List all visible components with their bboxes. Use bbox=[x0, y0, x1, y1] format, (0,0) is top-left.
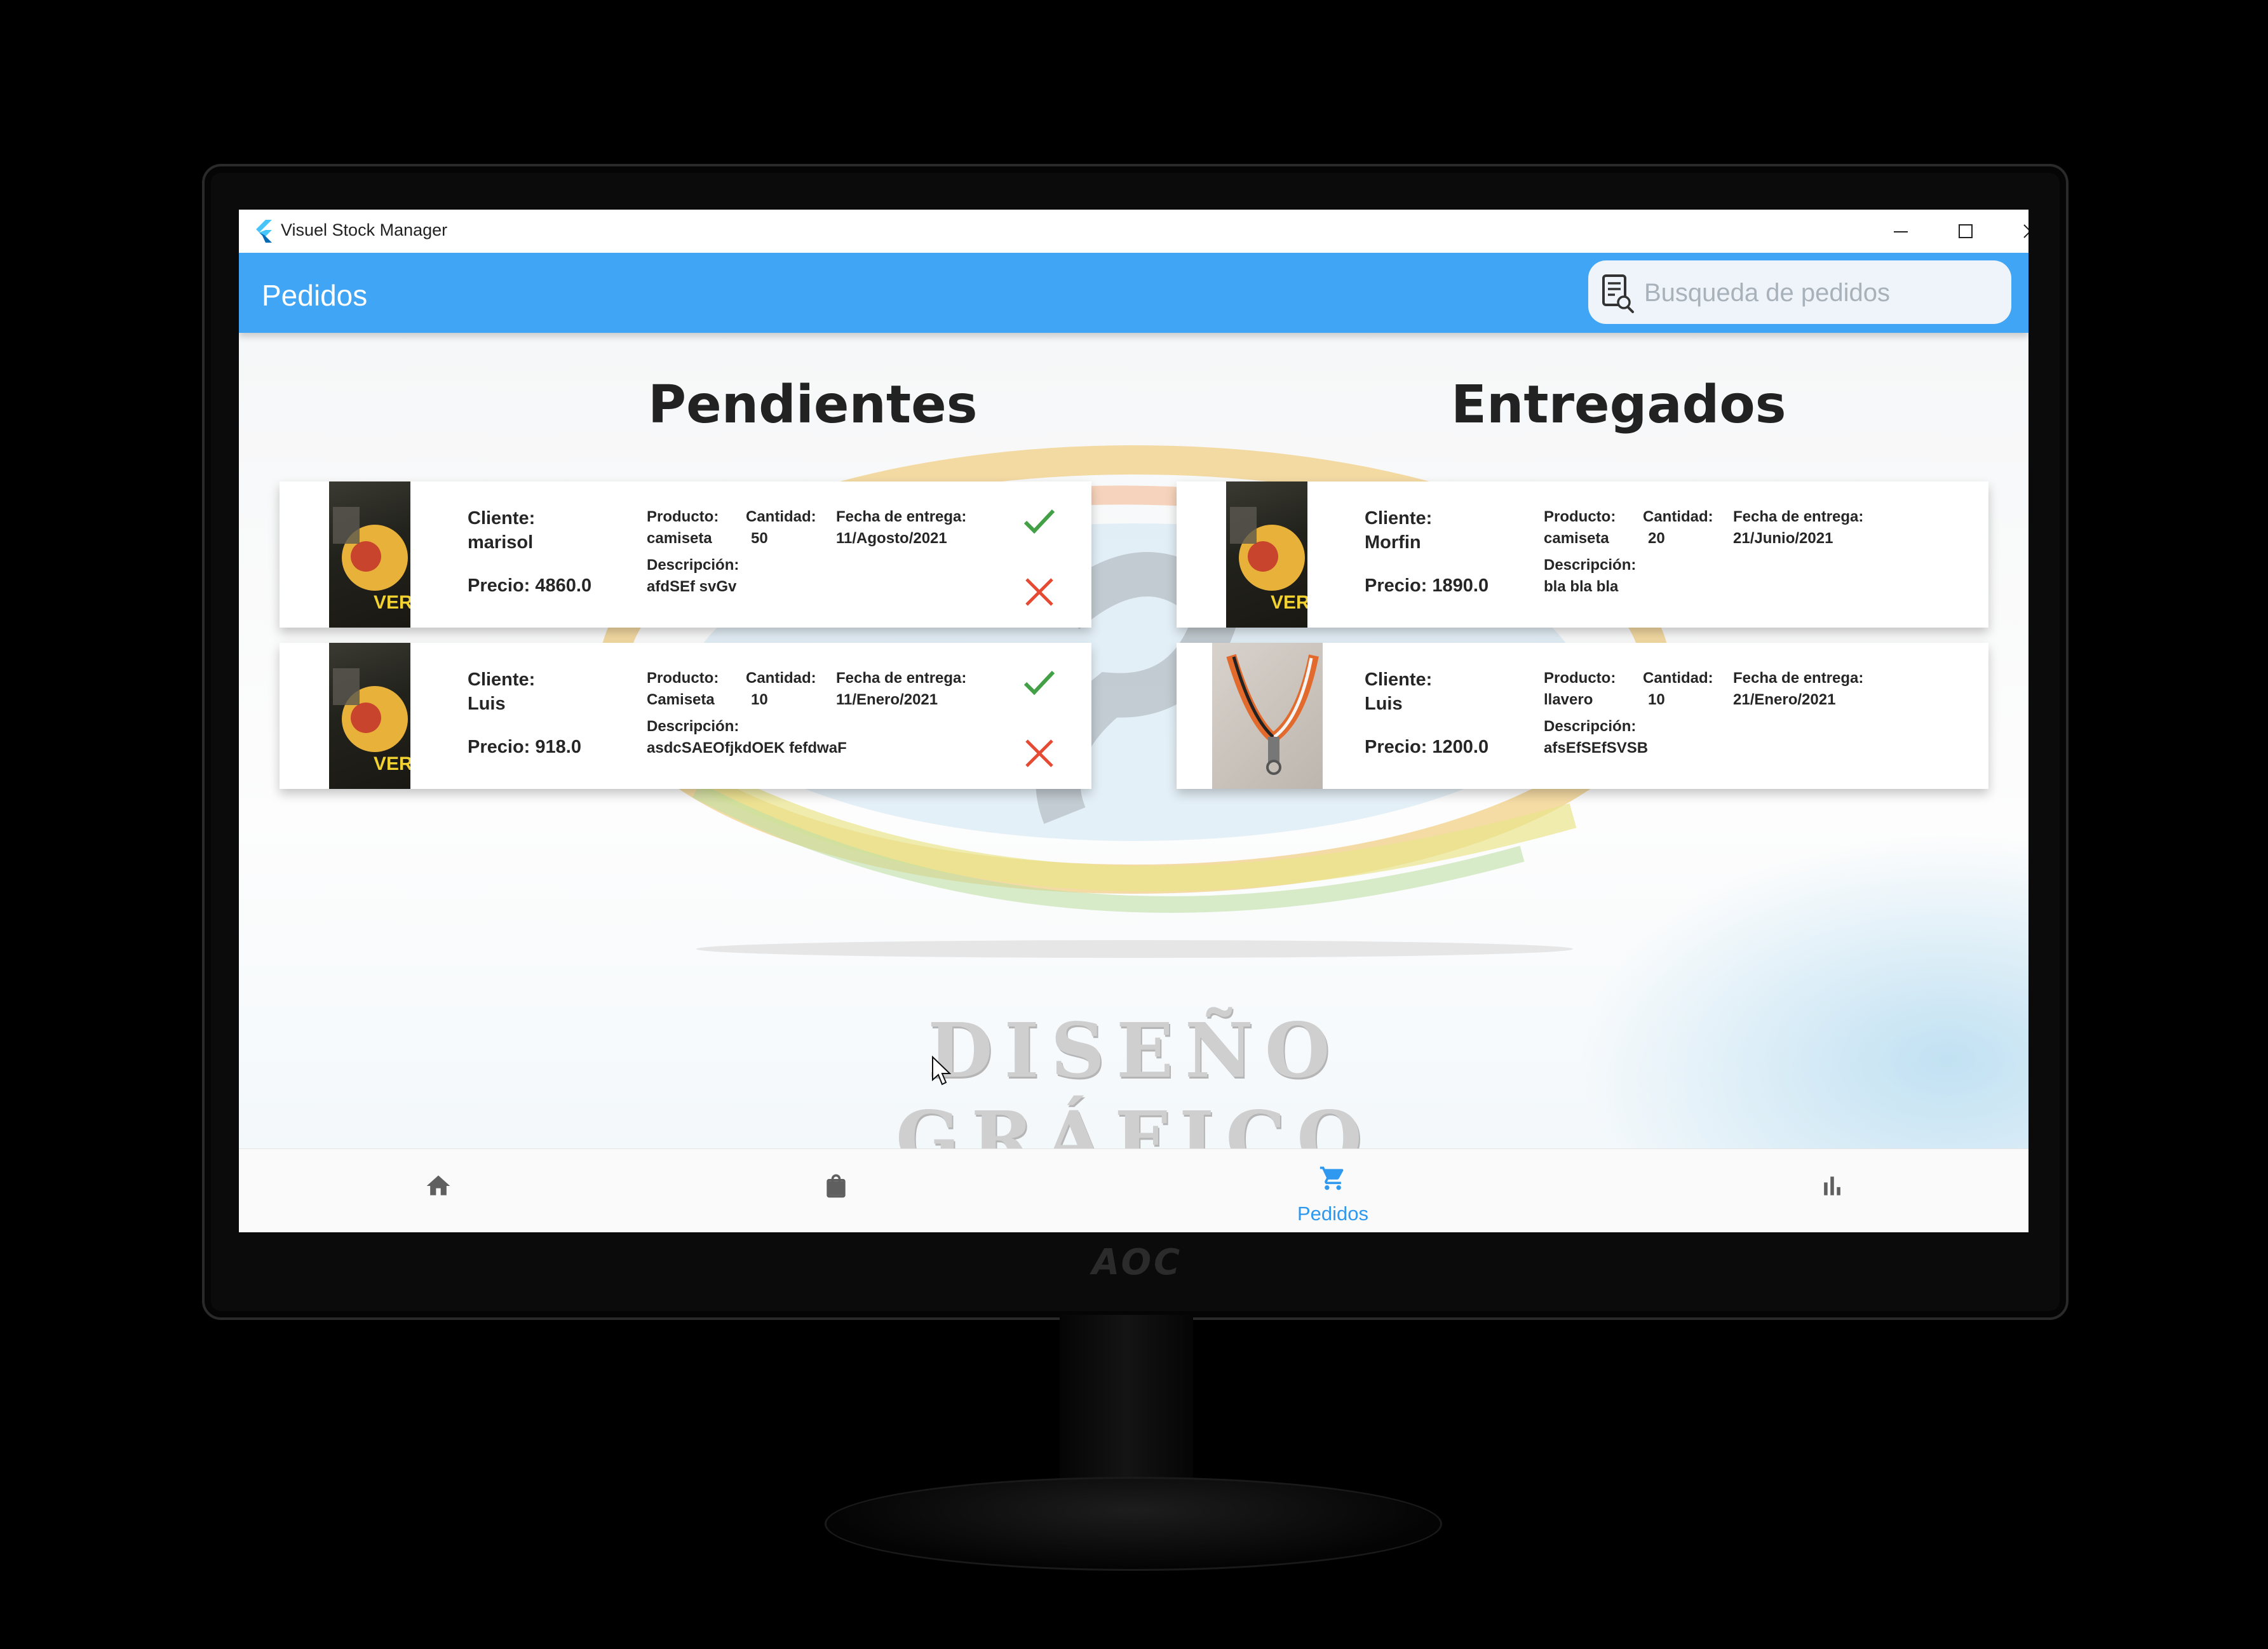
delivery-date-label: Fecha de entrega: bbox=[836, 670, 967, 687]
search-input[interactable] bbox=[1643, 274, 2001, 311]
flutter-logo-icon bbox=[256, 220, 272, 243]
app-window: Visuel Stock Manager Pedidos Busqueda de… bbox=[239, 210, 2028, 1232]
bar-chart-icon bbox=[1824, 1176, 1840, 1195]
nav-stats[interactable] bbox=[1769, 1149, 1896, 1232]
description-label: Descripción: bbox=[1544, 556, 1637, 574]
description-label: Descripción: bbox=[647, 556, 739, 574]
delivered-title: Entregados bbox=[1451, 375, 1786, 435]
orders-content: DISEÑO GRÁFICO Pendientes Entregados VER… bbox=[239, 333, 2028, 1148]
svg-text:VER: VER bbox=[1271, 592, 1307, 613]
client-name: Luis bbox=[1365, 694, 1403, 714]
product-value: Camiseta bbox=[647, 691, 715, 708]
maximize-icon bbox=[1959, 224, 1973, 238]
shopping-bag-icon bbox=[827, 1174, 846, 1198]
delivered-order-card[interactable]: VER Cliente: Morfin Precio: 1890.0 Produ… bbox=[1177, 481, 1988, 628]
app-bar: Pedidos bbox=[239, 253, 2028, 333]
nav-products[interactable] bbox=[773, 1149, 900, 1232]
window-title: Visuel Stock Manager bbox=[281, 220, 448, 239]
delivery-date-value: 21/Junio/2021 bbox=[1733, 530, 1833, 547]
product-value: llavero bbox=[1544, 691, 1593, 708]
client-label: Cliente: bbox=[468, 670, 536, 690]
client-label: Cliente: bbox=[468, 508, 536, 528]
check-icon[interactable] bbox=[1022, 503, 1057, 539]
nav-home[interactable] bbox=[375, 1149, 502, 1232]
pending-title: Pendientes bbox=[648, 375, 978, 435]
monitor-stand-base bbox=[825, 1477, 1442, 1571]
quantity-value: 10 bbox=[1648, 691, 1665, 708]
order-price: Precio: 4860.0 bbox=[468, 575, 592, 596]
order-price: Precio: 918.0 bbox=[468, 737, 581, 757]
quantity-label: Cantidad: bbox=[1643, 508, 1713, 525]
shopping-cart-icon bbox=[1320, 1166, 1344, 1190]
close-icon[interactable] bbox=[1022, 574, 1057, 610]
mouse-cursor-icon bbox=[932, 1056, 952, 1086]
delivered-order-card[interactable]: Cliente: Luis Precio: 1200.0 Producto: l… bbox=[1177, 643, 1988, 789]
pending-order-card[interactable]: VER Cliente: Luis Precio: 918.0 Producto… bbox=[280, 643, 1091, 789]
description-label: Descripción: bbox=[647, 718, 739, 735]
order-price: Precio: 1200.0 bbox=[1365, 737, 1489, 757]
product-label: Producto: bbox=[1544, 508, 1616, 525]
delivery-date-value: 11/Enero/2021 bbox=[836, 691, 938, 708]
delivery-date-label: Fecha de entrega: bbox=[836, 508, 967, 525]
bottom-navigation: Pedidos bbox=[239, 1148, 2028, 1232]
check-icon[interactable] bbox=[1022, 664, 1057, 700]
delivery-date-label: Fecha de entrega: bbox=[1733, 508, 1864, 525]
delivery-date-label: Fecha de entrega: bbox=[1733, 670, 1864, 687]
pending-order-card[interactable]: VER Cliente: marisol Precio: 4860.0 Prod… bbox=[280, 481, 1091, 628]
product-label: Producto: bbox=[647, 670, 719, 687]
description-value: afdSEf svGv bbox=[647, 578, 737, 595]
minimize-button[interactable] bbox=[1869, 210, 1933, 253]
product-image: VER bbox=[329, 643, 410, 789]
close-button[interactable] bbox=[1999, 210, 2028, 253]
description-value: afsEfSEfSVSB bbox=[1544, 739, 1649, 757]
nav-pedidos[interactable]: Pedidos bbox=[1269, 1149, 1396, 1232]
product-image: VER bbox=[1226, 481, 1307, 628]
client-name: Luis bbox=[468, 694, 506, 714]
product-value: camiseta bbox=[1544, 530, 1609, 547]
quantity-value: 10 bbox=[751, 691, 768, 708]
client-label: Cliente: bbox=[1365, 670, 1433, 690]
product-value: camiseta bbox=[647, 530, 712, 547]
receipt-search-icon bbox=[1602, 274, 1634, 313]
svg-text:VER: VER bbox=[374, 753, 410, 774]
quantity-label: Cantidad: bbox=[746, 508, 816, 525]
maximize-button[interactable] bbox=[1934, 210, 1997, 253]
search-box[interactable] bbox=[1588, 260, 2011, 324]
home-icon bbox=[426, 1175, 450, 1195]
client-name: marisol bbox=[468, 532, 534, 553]
close-icon[interactable] bbox=[1022, 736, 1057, 771]
order-price: Precio: 1890.0 bbox=[1365, 575, 1489, 596]
minimize-icon bbox=[1894, 231, 1908, 232]
page-title: Pedidos bbox=[262, 279, 368, 312]
quantity-label: Cantidad: bbox=[746, 670, 816, 687]
product-image bbox=[1212, 643, 1323, 789]
delivery-date-value: 21/Enero/2021 bbox=[1733, 691, 1836, 708]
quantity-value: 50 bbox=[751, 530, 768, 547]
quantity-label: Cantidad: bbox=[1643, 670, 1713, 687]
nav-pedidos-label: Pedidos bbox=[1297, 1202, 1369, 1225]
monitor-brand-logo: AOC bbox=[1091, 1242, 1183, 1283]
description-label: Descripción: bbox=[1544, 718, 1637, 735]
delivery-date-value: 11/Agosto/2021 bbox=[836, 530, 947, 547]
close-icon bbox=[2023, 224, 2028, 238]
description-value: bla bla bla bbox=[1544, 578, 1619, 595]
product-image: VER bbox=[329, 481, 410, 628]
description-value: asdcSAEOfjkdOEK fefdwaF bbox=[647, 739, 847, 757]
product-label: Producto: bbox=[647, 508, 719, 525]
client-name: Morfin bbox=[1365, 532, 1421, 553]
client-label: Cliente: bbox=[1365, 508, 1433, 528]
window-titlebar: Visuel Stock Manager bbox=[239, 210, 2028, 253]
svg-text:VER: VER bbox=[374, 592, 410, 613]
quantity-value: 20 bbox=[1648, 530, 1665, 547]
background-watermark: DISEÑO GRÁFICO bbox=[895, 1006, 1374, 1148]
product-label: Producto: bbox=[1544, 670, 1616, 687]
